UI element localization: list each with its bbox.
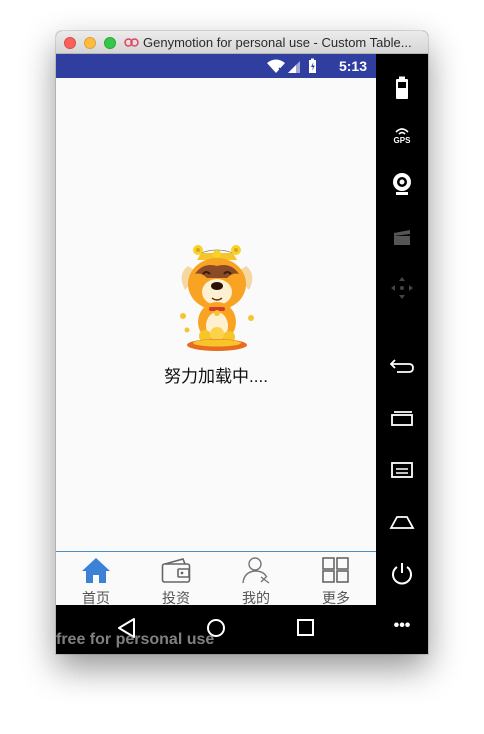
side-power-button[interactable]	[386, 558, 418, 590]
loading-text: 努力加载中....	[164, 367, 268, 386]
side-recents-button[interactable]	[386, 402, 418, 434]
status-bar: 5:13	[56, 54, 376, 78]
side-home-button[interactable]	[386, 506, 418, 538]
user-icon	[242, 557, 270, 584]
tab-invest[interactable]: 投资	[136, 552, 216, 606]
side-more-button[interactable]: •••	[386, 610, 418, 642]
gps-widget-button[interactable]: GPS	[386, 120, 418, 152]
watermark-text: free for personal use	[56, 631, 215, 648]
gps-label: GPS	[393, 136, 411, 145]
tab-more[interactable]: 更多	[296, 552, 376, 606]
minimize-window-button[interactable]	[84, 37, 96, 49]
emulator-window: Genymotion for personal use - Custom Tab…	[56, 31, 428, 654]
more-dots-label: •••	[393, 617, 411, 634]
clapperboard-icon	[394, 230, 410, 245]
grid-icon	[322, 557, 349, 583]
dog-mascot-image	[180, 245, 254, 351]
webcam-icon	[393, 173, 411, 195]
side-menu-button[interactable]	[386, 454, 418, 486]
power-icon	[392, 563, 412, 585]
bottom-tab-bar: 首页 投资 我的 更多	[56, 551, 376, 606]
status-icons	[267, 58, 316, 73]
battery-icon	[396, 76, 408, 99]
close-window-button[interactable]	[64, 37, 76, 49]
battery-widget-button[interactable]	[386, 72, 418, 104]
dpad-widget-button[interactable]	[386, 272, 418, 304]
back-arrow-icon	[389, 359, 414, 373]
dpad-icon	[391, 277, 413, 299]
android-screen: 5:13 努力加载中.... 首页 投资 我的 更多 free for pers…	[56, 54, 376, 654]
status-time: 5:13	[338, 58, 367, 74]
wallet-icon	[161, 558, 191, 583]
main-content: 努力加载中....	[56, 78, 376, 551]
menu-icon	[391, 462, 413, 478]
title-bar: Genymotion for personal use - Custom Tab…	[56, 31, 428, 54]
home-outline-icon	[389, 516, 415, 529]
signal-icon	[288, 61, 300, 73]
emulator-toolbar: GPS •••	[376, 54, 428, 654]
side-back-button[interactable]	[386, 350, 418, 382]
webcam-widget-button[interactable]	[386, 168, 418, 200]
genymotion-app-icon	[124, 38, 139, 47]
maximize-window-button[interactable]	[104, 37, 116, 49]
nav-recents-button[interactable]	[296, 617, 316, 639]
gps-signal-icon	[395, 128, 409, 135]
capture-widget-button[interactable]	[386, 220, 418, 252]
wifi-icon	[267, 59, 285, 73]
home-icon	[82, 558, 110, 583]
tab-mine[interactable]: 我的	[216, 552, 296, 606]
battery-icon	[309, 58, 316, 73]
recents-icon	[391, 411, 413, 426]
tab-home[interactable]: 首页	[56, 552, 136, 606]
window-title: Genymotion for personal use - Custom Tab…	[143, 35, 412, 50]
